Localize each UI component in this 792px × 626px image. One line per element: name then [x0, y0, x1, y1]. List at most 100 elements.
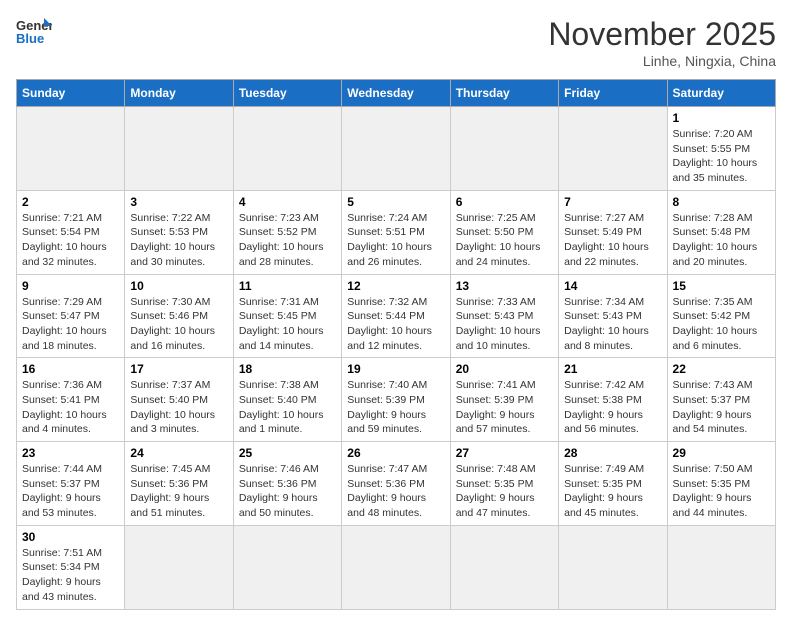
day-info: Sunrise: 7:44 AM Sunset: 5:37 PM Dayligh…	[22, 462, 119, 521]
day-info: Sunrise: 7:51 AM Sunset: 5:34 PM Dayligh…	[22, 546, 119, 605]
calendar-cell: 12 Sunrise: 7:32 AM Sunset: 5:44 PM Dayli…	[342, 274, 450, 358]
day-number: 9	[22, 279, 119, 293]
title-block: November 2025 Linhe, Ningxia, China	[548, 16, 776, 69]
calendar-cell: 11 Sunrise: 7:31 AM Sunset: 5:45 PM Dayli…	[233, 274, 341, 358]
calendar-cell: 29 Sunrise: 7:50 AM Sunset: 5:35 PM Dayli…	[667, 442, 775, 526]
day-info: Sunrise: 7:24 AM Sunset: 5:51 PM Dayligh…	[347, 211, 444, 270]
day-info: Sunrise: 7:22 AM Sunset: 5:53 PM Dayligh…	[130, 211, 227, 270]
location: Linhe, Ningxia, China	[548, 53, 776, 69]
calendar-cell: 15Sunrise: 7:35 AM Sunset: 5:42 PM Dayli…	[667, 274, 775, 358]
day-number: 22	[673, 362, 770, 376]
calendar-cell: 4 Sunrise: 7:23 AM Sunset: 5:52 PM Daylig…	[233, 190, 341, 274]
calendar-header-row: SundayMondayTuesdayWednesdayThursdayFrid…	[17, 80, 776, 107]
calendar-cell	[342, 525, 450, 609]
day-number: 21	[564, 362, 661, 376]
day-number: 30	[22, 530, 119, 544]
day-number: 29	[673, 446, 770, 460]
day-number: 17	[130, 362, 227, 376]
calendar-cell: 18 Sunrise: 7:38 AM Sunset: 5:40 PM Dayli…	[233, 358, 341, 442]
day-info: Sunrise: 7:41 AM Sunset: 5:39 PM Dayligh…	[456, 378, 553, 437]
day-header-monday: Monday	[125, 80, 233, 107]
calendar-week-row: 1 Sunrise: 7:20 AM Sunset: 5:55 PM Daylig…	[17, 107, 776, 191]
day-info: Sunrise: 7:38 AM Sunset: 5:40 PM Dayligh…	[239, 378, 336, 437]
calendar-cell	[125, 525, 233, 609]
day-info: Sunrise: 7:30 AM Sunset: 5:46 PM Dayligh…	[130, 295, 227, 354]
day-number: 20	[456, 362, 553, 376]
day-info: Sunrise: 7:32 AM Sunset: 5:44 PM Dayligh…	[347, 295, 444, 354]
calendar-cell: 16Sunrise: 7:36 AM Sunset: 5:41 PM Dayli…	[17, 358, 125, 442]
calendar-cell: 6Sunrise: 7:25 AM Sunset: 5:50 PM Daylig…	[450, 190, 558, 274]
day-info: Sunrise: 7:28 AM Sunset: 5:48 PM Dayligh…	[673, 211, 770, 270]
day-info: Sunrise: 7:50 AM Sunset: 5:35 PM Dayligh…	[673, 462, 770, 521]
calendar-cell: 13Sunrise: 7:33 AM Sunset: 5:43 PM Dayli…	[450, 274, 558, 358]
calendar-cell	[233, 525, 341, 609]
day-number: 25	[239, 446, 336, 460]
day-number: 12	[347, 279, 444, 293]
calendar-cell: 1 Sunrise: 7:20 AM Sunset: 5:55 PM Daylig…	[667, 107, 775, 191]
day-header-sunday: Sunday	[17, 80, 125, 107]
calendar-cell	[342, 107, 450, 191]
calendar-cell	[559, 107, 667, 191]
logo: General Blue	[16, 16, 52, 46]
day-info: Sunrise: 7:34 AM Sunset: 5:43 PM Dayligh…	[564, 295, 661, 354]
day-number: 19	[347, 362, 444, 376]
day-info: Sunrise: 7:45 AM Sunset: 5:36 PM Dayligh…	[130, 462, 227, 521]
logo-icon: General Blue	[16, 16, 52, 46]
day-number: 5	[347, 195, 444, 209]
day-info: Sunrise: 7:49 AM Sunset: 5:35 PM Dayligh…	[564, 462, 661, 521]
day-info: Sunrise: 7:27 AM Sunset: 5:49 PM Dayligh…	[564, 211, 661, 270]
day-number: 2	[22, 195, 119, 209]
calendar-cell: 30 Sunrise: 7:51 AM Sunset: 5:34 PM Dayli…	[17, 525, 125, 609]
day-number: 11	[239, 279, 336, 293]
day-header-thursday: Thursday	[450, 80, 558, 107]
day-number: 26	[347, 446, 444, 460]
day-number: 7	[564, 195, 661, 209]
day-number: 18	[239, 362, 336, 376]
calendar-week-row: 30 Sunrise: 7:51 AM Sunset: 5:34 PM Dayli…	[17, 525, 776, 609]
calendar-cell: 2 Sunrise: 7:21 AM Sunset: 5:54 PM Daylig…	[17, 190, 125, 274]
calendar-cell: 20 Sunrise: 7:41 AM Sunset: 5:39 PM Dayli…	[450, 358, 558, 442]
calendar-cell: 22 Sunrise: 7:43 AM Sunset: 5:37 PM Dayli…	[667, 358, 775, 442]
calendar-cell: 21 Sunrise: 7:42 AM Sunset: 5:38 PM Dayli…	[559, 358, 667, 442]
day-info: Sunrise: 7:46 AM Sunset: 5:36 PM Dayligh…	[239, 462, 336, 521]
day-info: Sunrise: 7:47 AM Sunset: 5:36 PM Dayligh…	[347, 462, 444, 521]
calendar-cell	[17, 107, 125, 191]
svg-text:Blue: Blue	[16, 31, 44, 46]
day-info: Sunrise: 7:43 AM Sunset: 5:37 PM Dayligh…	[673, 378, 770, 437]
day-info: Sunrise: 7:21 AM Sunset: 5:54 PM Dayligh…	[22, 211, 119, 270]
calendar-cell: 19Sunrise: 7:40 AM Sunset: 5:39 PM Dayli…	[342, 358, 450, 442]
calendar-cell: 14 Sunrise: 7:34 AM Sunset: 5:43 PM Dayli…	[559, 274, 667, 358]
day-info: Sunrise: 7:23 AM Sunset: 5:52 PM Dayligh…	[239, 211, 336, 270]
calendar-cell	[667, 525, 775, 609]
day-number: 27	[456, 446, 553, 460]
month-title: November 2025	[548, 16, 776, 53]
calendar-week-row: 2 Sunrise: 7:21 AM Sunset: 5:54 PM Daylig…	[17, 190, 776, 274]
day-number: 14	[564, 279, 661, 293]
calendar-cell: 27 Sunrise: 7:48 AM Sunset: 5:35 PM Dayli…	[450, 442, 558, 526]
day-number: 1	[673, 111, 770, 125]
calendar-cell: 26 Sunrise: 7:47 AM Sunset: 5:36 PM Dayli…	[342, 442, 450, 526]
day-header-wednesday: Wednesday	[342, 80, 450, 107]
day-info: Sunrise: 7:48 AM Sunset: 5:35 PM Dayligh…	[456, 462, 553, 521]
calendar-cell: 9Sunrise: 7:29 AM Sunset: 5:47 PM Daylig…	[17, 274, 125, 358]
calendar-cell: 8Sunrise: 7:28 AM Sunset: 5:48 PM Daylig…	[667, 190, 775, 274]
calendar-cell: 10Sunrise: 7:30 AM Sunset: 5:46 PM Dayli…	[125, 274, 233, 358]
day-info: Sunrise: 7:25 AM Sunset: 5:50 PM Dayligh…	[456, 211, 553, 270]
calendar-cell	[125, 107, 233, 191]
day-info: Sunrise: 7:20 AM Sunset: 5:55 PM Dayligh…	[673, 127, 770, 186]
calendar-cell: 25 Sunrise: 7:46 AM Sunset: 5:36 PM Dayli…	[233, 442, 341, 526]
day-info: Sunrise: 7:35 AM Sunset: 5:42 PM Dayligh…	[673, 295, 770, 354]
day-info: Sunrise: 7:31 AM Sunset: 5:45 PM Dayligh…	[239, 295, 336, 354]
day-info: Sunrise: 7:37 AM Sunset: 5:40 PM Dayligh…	[130, 378, 227, 437]
day-number: 13	[456, 279, 553, 293]
day-number: 4	[239, 195, 336, 209]
day-info: Sunrise: 7:42 AM Sunset: 5:38 PM Dayligh…	[564, 378, 661, 437]
calendar-cell: 17 Sunrise: 7:37 AM Sunset: 5:40 PM Dayli…	[125, 358, 233, 442]
calendar-cell: 7 Sunrise: 7:27 AM Sunset: 5:49 PM Daylig…	[559, 190, 667, 274]
day-number: 16	[22, 362, 119, 376]
calendar-table: SundayMondayTuesdayWednesdayThursdayFrid…	[16, 79, 776, 610]
calendar-cell	[559, 525, 667, 609]
day-number: 28	[564, 446, 661, 460]
calendar-cell: 28 Sunrise: 7:49 AM Sunset: 5:35 PM Dayli…	[559, 442, 667, 526]
day-header-friday: Friday	[559, 80, 667, 107]
